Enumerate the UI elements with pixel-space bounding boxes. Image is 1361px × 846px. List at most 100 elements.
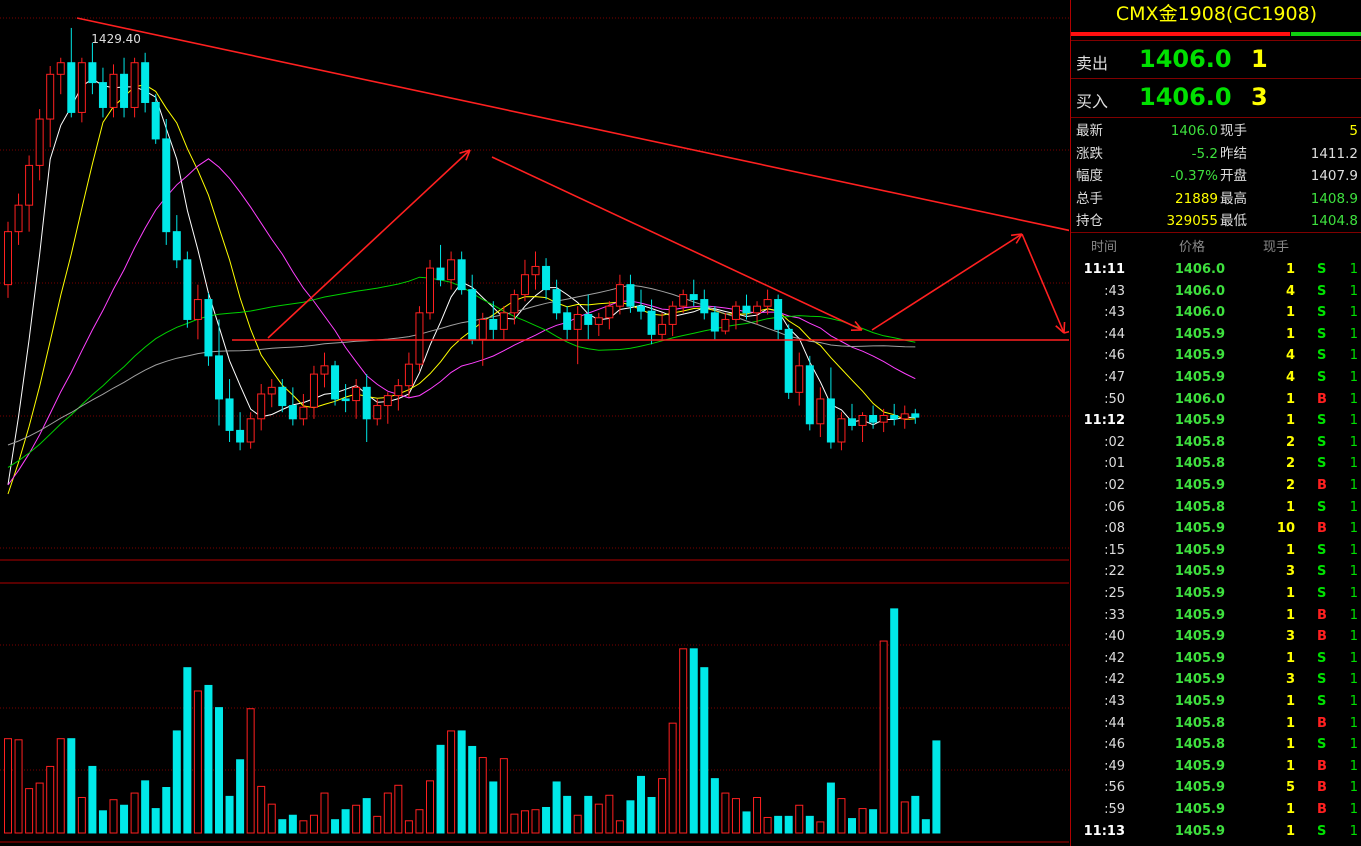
volume-bar: [615, 820, 624, 834]
trade-time: :46: [1104, 737, 1125, 753]
volume-bar: [668, 722, 677, 834]
volume-bar: [869, 809, 878, 834]
candle-body: [35, 118, 44, 166]
candle-body: [436, 267, 445, 281]
trade-count: 1: [1349, 456, 1358, 472]
trade-price: 1405.9: [1174, 607, 1225, 623]
trade-row: :02 1405.9 2 B 1: [1071, 475, 1361, 497]
volume-bar: [257, 785, 266, 834]
trade-time: :59: [1104, 802, 1125, 817]
candle-body: [46, 73, 55, 120]
trade-price: 1406.0: [1174, 262, 1225, 277]
candle-body: [826, 398, 835, 443]
candle-body: [299, 406, 308, 420]
candle-body: [542, 265, 551, 291]
trade-time: :22: [1104, 564, 1125, 580]
trade-price: 1405.9: [1174, 694, 1225, 709]
volume-bar: [447, 730, 456, 834]
trade-count: 1: [1349, 737, 1358, 753]
volume-bar: [890, 608, 899, 834]
candle-body: [784, 328, 793, 393]
candle-body: [331, 365, 340, 400]
trade-count: 1: [1349, 650, 1358, 666]
trade-volume: 1: [1285, 391, 1295, 407]
trade-side: S: [1317, 542, 1327, 558]
candle-body: [183, 259, 192, 320]
volume-bar: [626, 800, 635, 834]
stat-value: 5: [1349, 123, 1358, 139]
trade-time: 11:11: [1083, 262, 1125, 277]
trade-time: 11:13: [1083, 823, 1125, 839]
trade-side: S: [1317, 305, 1327, 321]
trade-row: :56 1405.9 5 B 1: [1071, 777, 1361, 799]
candle-body: [447, 259, 456, 281]
trade-volume: 1: [1285, 802, 1295, 817]
trade-time: :42: [1104, 672, 1125, 688]
trade-volume: 1: [1285, 262, 1295, 277]
chart-canvas[interactable]: 1429.40: [0, 0, 1069, 846]
trade-count: 1: [1349, 478, 1358, 493]
candle-body: [615, 284, 624, 307]
trade-volume: 1: [1285, 715, 1295, 731]
trade-volume: 3: [1285, 672, 1295, 688]
candle-body: [288, 405, 297, 420]
header-time: 时间: [1091, 240, 1118, 255]
volume-bar: [331, 819, 340, 834]
trade-count: 1: [1349, 823, 1358, 839]
trend-arrow: [871, 233, 1023, 331]
trade-time: :47: [1104, 370, 1125, 385]
trade-volume: 1: [1285, 542, 1295, 558]
volume-bar: [805, 815, 814, 834]
candle-body: [225, 398, 234, 431]
trade-side: S: [1317, 672, 1327, 688]
trade-side: S: [1317, 823, 1327, 839]
trade-time: :08: [1104, 521, 1125, 537]
volume-bar: [499, 758, 508, 834]
buy-price: 1406.0: [1139, 83, 1232, 111]
trade-count: 1: [1349, 521, 1358, 537]
trade-row: :42 1405.9 1 S 1: [1071, 648, 1361, 670]
sell-quote-row: 卖出 1406.0 1: [1071, 40, 1361, 79]
volume-bar: [679, 648, 688, 834]
trade-time: :06: [1104, 499, 1125, 515]
trade-side: S: [1317, 434, 1327, 450]
trade-count: 1: [1349, 499, 1358, 515]
trade-count: 1: [1349, 802, 1358, 817]
volume-bar: [404, 820, 413, 834]
trade-row: :43 1405.9 1 S 1: [1071, 691, 1361, 713]
candle-body: [172, 231, 181, 261]
volume-bar: [141, 780, 150, 834]
volume-bar: [710, 778, 719, 834]
candle-body: [742, 305, 751, 314]
trade-count: 1: [1349, 715, 1358, 731]
trade-row: :01 1405.8 2 S 1: [1071, 453, 1361, 475]
trade-count: 1: [1349, 283, 1358, 299]
volume-bar: [383, 792, 392, 834]
stat-label: 幅度: [1076, 168, 1103, 184]
trade-count: 1: [1349, 607, 1358, 623]
volume-bar: [172, 730, 181, 834]
trade-volume: 4: [1285, 348, 1295, 364]
volume-bar: [151, 808, 160, 834]
candle-body: [151, 101, 160, 140]
candle-body: [204, 299, 213, 357]
trade-price: 1405.8: [1174, 456, 1225, 472]
volume-bar: [46, 765, 55, 834]
trade-side: B: [1317, 629, 1327, 645]
stat-value: 1408.9: [1310, 190, 1358, 207]
candle-body: [721, 318, 730, 332]
candle-body: [858, 415, 867, 426]
candle-body: [373, 405, 382, 420]
trade-price: 1405.9: [1174, 478, 1225, 493]
volume-bar: [826, 782, 835, 834]
stat-label: 现手: [1220, 123, 1247, 139]
volume-bar: [520, 810, 529, 834]
candle-body: [98, 82, 107, 108]
volume-bar: [215, 707, 223, 834]
volume-bar: [531, 809, 540, 834]
kline-chart[interactable]: 1429.40: [0, 0, 1069, 846]
trade-volume: 4: [1285, 283, 1295, 299]
volume-bar: [563, 795, 572, 834]
volume-bar: [837, 798, 846, 834]
candle-body: [352, 386, 361, 402]
